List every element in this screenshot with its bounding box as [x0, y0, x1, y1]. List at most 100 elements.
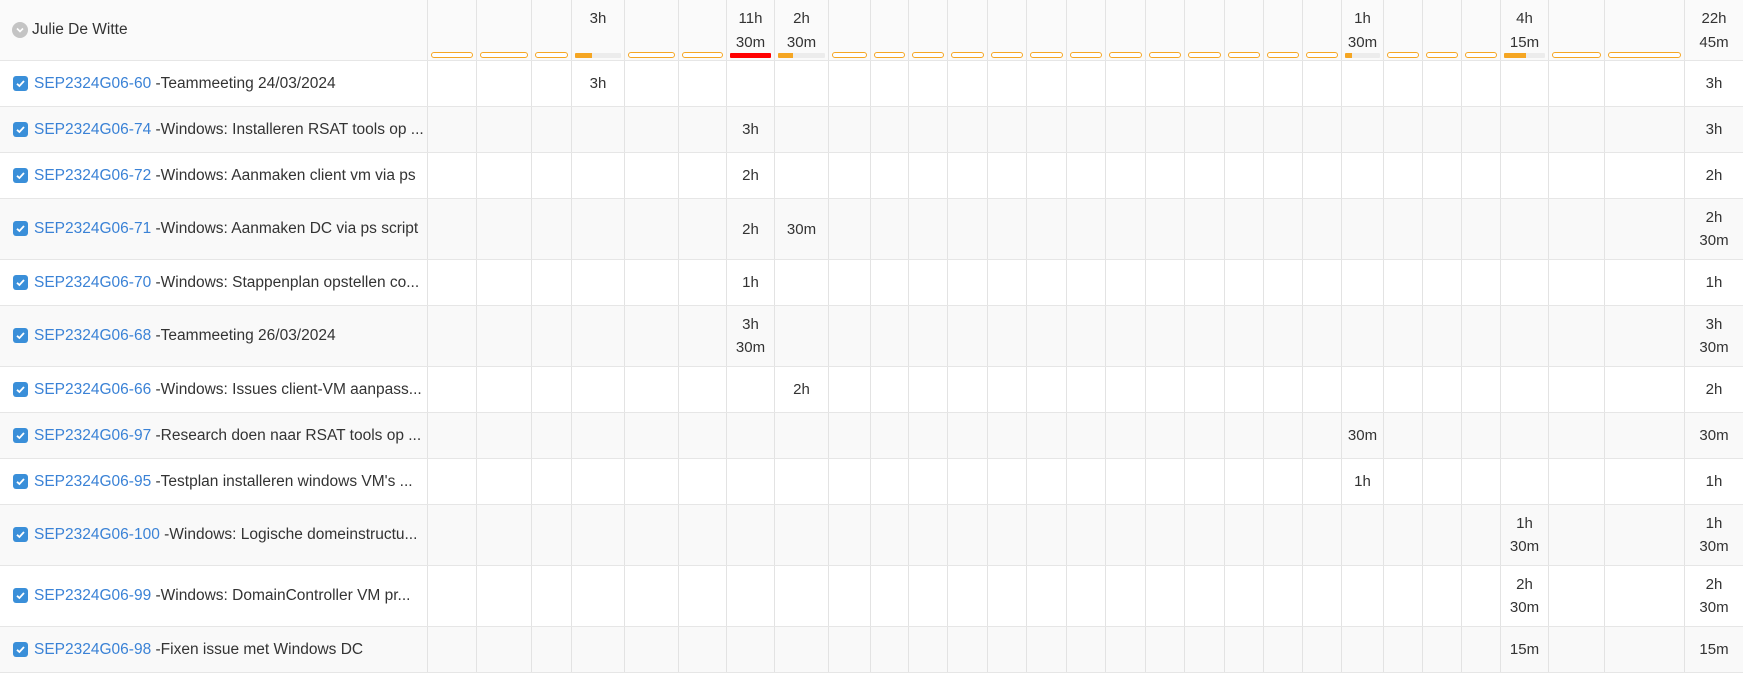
issue-key-link[interactable]: SEP2324G06-71 — [34, 218, 151, 240]
worklog-cell[interactable] — [1548, 627, 1604, 672]
worklog-cell[interactable] — [571, 107, 624, 152]
worklog-cell[interactable] — [908, 306, 947, 366]
worklog-cell[interactable] — [531, 61, 571, 106]
worklog-cell[interactable] — [624, 367, 678, 412]
worklog-cell[interactable] — [774, 413, 828, 458]
worklog-cell[interactable] — [1066, 61, 1105, 106]
worklog-cell[interactable] — [1105, 459, 1145, 504]
issue-key-link[interactable]: SEP2324G06-100 — [34, 524, 160, 546]
worklog-cell[interactable] — [1422, 459, 1461, 504]
worklog-cell[interactable] — [947, 627, 987, 672]
worklog-cell[interactable] — [726, 627, 774, 672]
worklog-cell[interactable] — [1500, 199, 1548, 259]
worklog-cell[interactable] — [1604, 260, 1684, 305]
worklog-cell[interactable] — [774, 459, 828, 504]
worklog-cell[interactable] — [1383, 459, 1422, 504]
worklog-cell[interactable] — [678, 199, 726, 259]
worklog-cell[interactable] — [531, 199, 571, 259]
worklog-cell[interactable] — [1224, 459, 1263, 504]
worklog-cell[interactable] — [1263, 566, 1302, 626]
worklog-cell[interactable] — [1461, 413, 1500, 458]
worklog-cell[interactable] — [947, 260, 987, 305]
issue-key-link[interactable]: SEP2324G06-68 — [34, 325, 151, 347]
worklog-cell[interactable] — [678, 306, 726, 366]
worklog-cell[interactable] — [1341, 627, 1383, 672]
worklog-cell[interactable] — [1105, 107, 1145, 152]
worklog-cell[interactable] — [1604, 459, 1684, 504]
worklog-cell[interactable] — [987, 459, 1026, 504]
worklog-cell[interactable] — [1302, 566, 1341, 626]
worklog-cell[interactable]: 3h 30m — [726, 306, 774, 366]
worklog-cell[interactable] — [1604, 627, 1684, 672]
worklog-cell[interactable] — [1066, 153, 1105, 198]
worklog-cell[interactable] — [947, 367, 987, 412]
worklog-cell[interactable] — [678, 260, 726, 305]
worklog-cell[interactable] — [1184, 627, 1224, 672]
worklog-cell[interactable] — [1224, 107, 1263, 152]
worklog-cell[interactable] — [1500, 367, 1548, 412]
worklog-cell[interactable] — [1263, 459, 1302, 504]
worklog-cell[interactable] — [571, 505, 624, 565]
worklog-cell[interactable] — [947, 199, 987, 259]
worklog-cell[interactable] — [947, 61, 987, 106]
worklog-cell[interactable] — [1383, 367, 1422, 412]
worklog-cell[interactable] — [1026, 61, 1066, 106]
worklog-cell[interactable] — [1184, 505, 1224, 565]
worklog-cell[interactable] — [1341, 107, 1383, 152]
worklog-cell[interactable] — [1548, 260, 1604, 305]
worklog-cell[interactable] — [1184, 566, 1224, 626]
worklog-cell[interactable] — [624, 459, 678, 504]
worklog-cell[interactable] — [828, 367, 870, 412]
worklog-cell[interactable] — [908, 505, 947, 565]
worklog-cell[interactable] — [870, 107, 908, 152]
worklog-cell[interactable] — [908, 260, 947, 305]
worklog-cell[interactable] — [1548, 199, 1604, 259]
worklog-cell[interactable] — [427, 367, 476, 412]
worklog-cell[interactable] — [678, 627, 726, 672]
worklog-cell[interactable] — [531, 505, 571, 565]
worklog-cell[interactable] — [1604, 199, 1684, 259]
worklog-cell[interactable] — [1145, 367, 1184, 412]
worklog-cell[interactable] — [1341, 153, 1383, 198]
worklog-cell[interactable] — [1500, 107, 1548, 152]
worklog-cell[interactable] — [1302, 199, 1341, 259]
worklog-cell[interactable] — [1422, 505, 1461, 565]
worklog-cell[interactable] — [908, 566, 947, 626]
worklog-cell[interactable] — [1383, 505, 1422, 565]
worklog-cell[interactable] — [1184, 61, 1224, 106]
worklog-cell[interactable] — [1145, 153, 1184, 198]
worklog-cell[interactable] — [1302, 61, 1341, 106]
worklog-cell[interactable] — [1341, 260, 1383, 305]
worklog-cell[interactable] — [1026, 459, 1066, 504]
worklog-cell[interactable] — [1422, 260, 1461, 305]
worklog-cell[interactable] — [908, 627, 947, 672]
worklog-cell[interactable] — [1548, 367, 1604, 412]
worklog-cell[interactable] — [1105, 260, 1145, 305]
worklog-cell[interactable] — [476, 627, 531, 672]
worklog-cell[interactable] — [1548, 107, 1604, 152]
worklog-cell[interactable] — [1422, 199, 1461, 259]
worklog-cell[interactable] — [427, 306, 476, 366]
chevron-down-icon[interactable] — [12, 22, 28, 38]
worklog-cell[interactable] — [774, 61, 828, 106]
worklog-cell[interactable] — [427, 459, 476, 504]
worklog-cell[interactable] — [1383, 153, 1422, 198]
worklog-cell[interactable] — [1224, 260, 1263, 305]
worklog-cell[interactable] — [624, 413, 678, 458]
worklog-cell[interactable]: 1h — [726, 260, 774, 305]
worklog-cell[interactable] — [1500, 459, 1548, 504]
worklog-cell[interactable]: 30m — [774, 199, 828, 259]
worklog-cell[interactable]: 3h — [726, 107, 774, 152]
worklog-cell[interactable] — [1302, 260, 1341, 305]
worklog-cell[interactable] — [1105, 306, 1145, 366]
worklog-cell[interactable] — [1604, 367, 1684, 412]
worklog-cell[interactable] — [1383, 413, 1422, 458]
worklog-cell[interactable] — [1263, 627, 1302, 672]
worklog-cell[interactable] — [476, 199, 531, 259]
worklog-cell[interactable] — [1461, 107, 1500, 152]
worklog-cell[interactable] — [678, 107, 726, 152]
worklog-cell[interactable] — [678, 153, 726, 198]
worklog-cell[interactable] — [1145, 566, 1184, 626]
worklog-cell[interactable] — [828, 61, 870, 106]
worklog-cell[interactable] — [828, 413, 870, 458]
